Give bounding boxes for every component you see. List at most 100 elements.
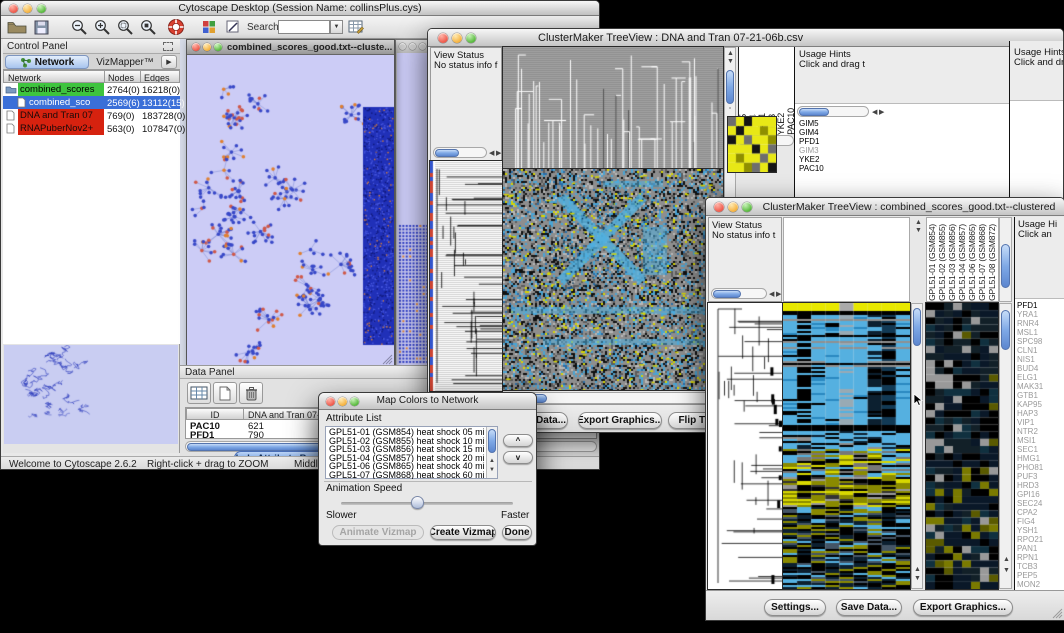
gene-label[interactable]: TCB3: [1015, 562, 1064, 571]
scrollbar-thumb[interactable]: [799, 108, 829, 116]
new-attribute-button[interactable]: [213, 382, 237, 404]
zoom-fit-icon[interactable]: [117, 19, 134, 36]
scrollbar-thumb[interactable]: [726, 70, 734, 104]
minimize-button[interactable]: [203, 43, 211, 51]
gene-label[interactable]: SEC1: [1015, 445, 1064, 454]
treeview2-zoom-heatmap[interactable]: [926, 303, 998, 589]
zoom-in-icon[interactable]: [94, 19, 111, 36]
attribute-item[interactable]: GPL51-07 (GSM868) heat shock 60 min: [327, 471, 485, 480]
tab-network[interactable]: Network: [5, 55, 89, 69]
gene-label[interactable]: HAP3: [1015, 409, 1064, 418]
gene-label[interactable]: SEC24: [1015, 499, 1064, 508]
speed-slider-thumb[interactable]: [411, 496, 424, 509]
treeview2-vscrollbar[interactable]: ▲ ▼: [911, 303, 923, 589]
treeview1-zoom-matrix[interactable]: [728, 117, 776, 172]
delete-attribute-button[interactable]: [239, 382, 263, 404]
gene-list-hscrollbar[interactable]: [797, 106, 869, 117]
network-row[interactable]: RNAPuberNov2+ 563(0) 107847(0): [3, 122, 180, 135]
right-arrow-icon[interactable]: ▶: [776, 291, 781, 298]
scrollbar-thumb[interactable]: [1001, 244, 1010, 288]
table-cell-value[interactable]: 790: [248, 430, 264, 441]
attribute-column-id[interactable]: ID: [186, 408, 244, 420]
zoom-button[interactable]: [466, 33, 476, 43]
view-status-hscrollbar[interactable]: [433, 147, 487, 158]
gene-label[interactable]: GIM3: [797, 146, 867, 155]
help-lifering-icon[interactable]: [167, 18, 185, 36]
resize-grip-icon[interactable]: [1051, 607, 1063, 619]
done-button[interactable]: Done: [502, 525, 532, 540]
gene-label[interactable]: CPA2: [1015, 508, 1064, 517]
gene-label[interactable]: YKE2: [797, 155, 867, 164]
table-mode-button[interactable]: [187, 382, 211, 404]
search-dropdown-button[interactable]: ▼: [330, 20, 343, 34]
gene-label[interactable]: PUF3: [1015, 472, 1064, 481]
network-view-canvas[interactable]: [187, 55, 394, 366]
treeview1-array-dendrogram[interactable]: [503, 47, 723, 169]
tab-overflow-button[interactable]: ▶: [161, 55, 177, 69]
attribute-item[interactable]: GPL51-04 (GSM857) heat shock 20 min: [327, 454, 485, 463]
down-arrow-icon[interactable]: ▼: [914, 575, 921, 582]
gene-label[interactable]: KAP95: [1015, 400, 1064, 409]
up-arrow-icon[interactable]: ▲: [1003, 556, 1010, 563]
speed-slider-track[interactable]: [341, 502, 513, 505]
scrollbar-thumb[interactable]: [1001, 310, 1010, 350]
gene-label[interactable]: HRD3: [1015, 481, 1064, 490]
open-folder-icon[interactable]: [7, 20, 27, 35]
save-data-button[interactable]: Save Data...: [836, 599, 902, 616]
dialog-titlebar[interactable]: Map Colors to Network: [319, 393, 536, 410]
down-arrow-icon[interactable]: ▼: [727, 58, 734, 65]
table-edit-icon[interactable]: [348, 19, 365, 35]
scrollbar-thumb[interactable]: [713, 290, 741, 298]
gene-label[interactable]: YRA1: [1015, 310, 1064, 319]
gene-label[interactable]: PFD1: [797, 137, 867, 146]
treeview2-titlebar[interactable]: ClusterMaker TreeView : combined_scores_…: [706, 198, 1064, 216]
zoom-selected-icon[interactable]: [140, 19, 157, 36]
gene-label[interactable]: YSH1: [1015, 526, 1064, 535]
gene-label[interactable]: RNR4: [1015, 319, 1064, 328]
network-row[interactable]: DNA and Tran 07 769(0) 183728(0): [3, 109, 180, 122]
close-button[interactable]: [192, 43, 200, 51]
down-arrow-icon[interactable]: ▼: [1003, 567, 1010, 574]
treeview1-gene-dendrogram[interactable]: [430, 161, 502, 391]
up-arrow-icon[interactable]: ▲: [489, 458, 495, 465]
background-window-titlebar[interactable]: [396, 40, 430, 53]
annotation-icon[interactable]: [226, 19, 240, 34]
search-input[interactable]: [278, 20, 330, 34]
right-arrow-icon[interactable]: ▶: [496, 150, 501, 157]
gene-label[interactable]: MON2: [1015, 580, 1064, 589]
gene-label[interactable]: MAK31: [1015, 382, 1064, 391]
gene-label[interactable]: SPC98: [1015, 337, 1064, 346]
main-titlebar[interactable]: Cytoscape Desktop (Session Name: collins…: [1, 1, 599, 16]
attribute-listbox[interactable]: GPL51-01 (GSM854) heat shock 05 minGPL51…: [325, 426, 498, 479]
left-arrow-icon[interactable]: ◀: [872, 109, 877, 116]
gene-label[interactable]: GTB1: [1015, 391, 1064, 400]
gene-label[interactable]: PAN1: [1015, 544, 1064, 553]
up-arrow-icon[interactable]: ▲: [914, 566, 921, 573]
gene-label[interactable]: MSI1: [1015, 436, 1064, 445]
settings-button[interactable]: Settings...: [764, 599, 826, 616]
zoom-vscrollbar[interactable]: ▲ ▼: [999, 303, 1012, 589]
export-graphics-button[interactable]: Export Graphics...: [913, 599, 1013, 616]
gene-label[interactable]: RPN1: [1015, 553, 1064, 562]
treeview1-global-heatmap[interactable]: [503, 169, 723, 390]
create-vizmap-button[interactable]: Create Vizmap: [430, 525, 496, 540]
network-row[interactable]: combined_scores 2764(0) 16218(0): [3, 83, 180, 96]
animate-vizmap-button[interactable]: Animate Vizmap: [332, 525, 424, 540]
minimize-button[interactable]: [728, 202, 738, 212]
column-labels-vscrollbar[interactable]: [999, 217, 1012, 302]
gene-label[interactable]: RPO21: [1015, 535, 1064, 544]
gene-label[interactable]: FIG4: [1015, 517, 1064, 526]
up-arrow-icon[interactable]: ▲: [915, 219, 922, 226]
zoom-out-icon[interactable]: [71, 19, 88, 36]
gene-label[interactable]: PHO81: [1015, 463, 1064, 472]
gene-label[interactable]: BUD4: [1015, 364, 1064, 373]
listbox-vscrollbar[interactable]: ▲ ▼: [486, 427, 497, 478]
gene-label[interactable]: GIM5: [797, 119, 867, 128]
left-arrow-icon[interactable]: ◀: [769, 291, 774, 298]
export-graphics-button[interactable]: Export Graphics...: [578, 412, 662, 429]
attribute-item[interactable]: GPL51-01 (GSM854) heat shock 05 min: [327, 428, 485, 437]
network-row-selected[interactable]: combined_sco 2569(6) 13112(15): [3, 96, 180, 109]
column-header-nodes[interactable]: Nodes: [104, 70, 141, 83]
attribute-item[interactable]: GPL51-02 (GSM855) heat shock 10 min: [327, 437, 485, 446]
network-view-titlebar[interactable]: combined_scores_good.txt--cluste...: [187, 40, 394, 55]
